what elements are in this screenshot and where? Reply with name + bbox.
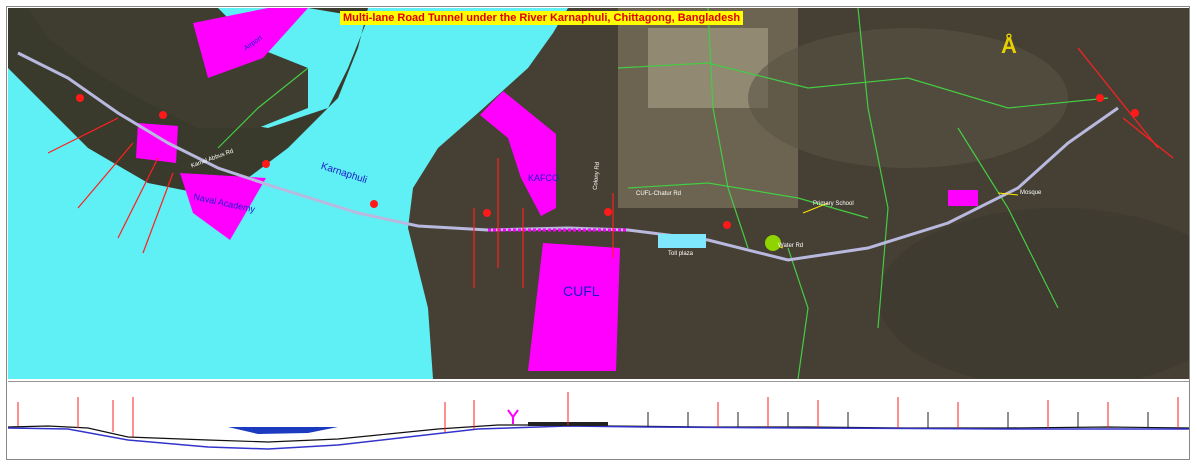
label-cufl-road: CUFL-Chatur Rd (636, 191, 682, 197)
land-patch (748, 28, 1068, 168)
label-cufl: CUFL (563, 283, 600, 299)
label-toll: Toll plaza (668, 251, 694, 257)
label-mosque: Mosque (1020, 190, 1042, 196)
label-school: Primary School (813, 201, 854, 207)
label-kafco: KAFCO (528, 173, 560, 183)
map-canvas (8, 8, 1189, 379)
map-view[interactable]: Å Karnaphuli Naval Academy KAFCO CUFL Ai… (8, 8, 1189, 379)
north-arrow-icon: Å (1001, 33, 1017, 58)
zone-parcel-east (948, 190, 978, 206)
toll-plaza (658, 234, 706, 248)
cufl-zone (528, 243, 620, 371)
label-pond: Water Rd (778, 243, 804, 249)
page-title: Multi-lane Road Tunnel under the River K… (340, 11, 744, 25)
profile-canvas (8, 382, 1189, 457)
longitudinal-profile (8, 381, 1189, 457)
